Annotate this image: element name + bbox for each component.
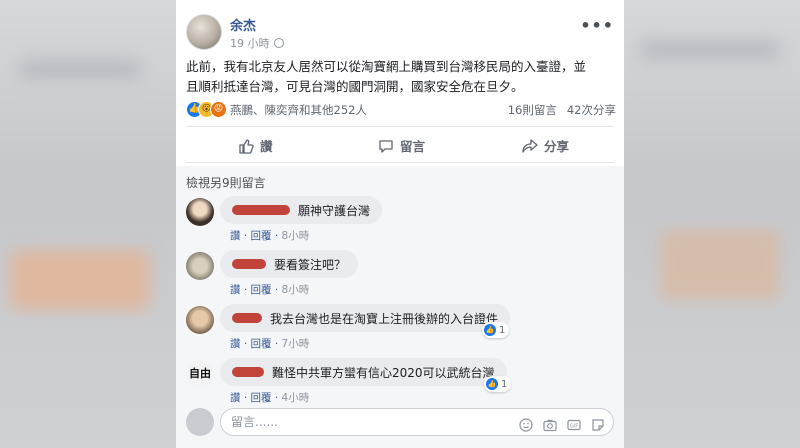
action-bar: 讚 留言 分享 bbox=[186, 130, 614, 160]
author-name[interactable]: 余杰 bbox=[230, 15, 256, 34]
redacted-name bbox=[232, 259, 266, 269]
comment-button[interactable]: 留言 bbox=[378, 136, 425, 155]
redacted-name bbox=[232, 205, 290, 215]
comment-item: 要看簽注吧？ 讚 · 回覆 · 8小時 bbox=[186, 250, 616, 298]
comment-item: 願神守護台灣 讚 · 回覆 · 8小時 bbox=[186, 196, 616, 244]
comment-icon bbox=[379, 139, 393, 153]
author-avatar[interactable] bbox=[186, 14, 222, 50]
comment-like-count[interactable]: 👍 1 bbox=[484, 376, 512, 392]
shares-count[interactable]: 42次分享 bbox=[567, 103, 616, 117]
comment-text: 難怪中共軍方蠻有信心2020可以武統台灣 bbox=[272, 365, 495, 380]
comment-like-count-text: 1 bbox=[499, 324, 506, 336]
comment-bubble: 難怪中共軍方蠻有信心2020可以武統台灣 bbox=[220, 358, 507, 386]
commenter-avatar[interactable]: 自由 bbox=[186, 360, 214, 388]
comment-like-count[interactable]: 👍 1 bbox=[482, 322, 510, 338]
reaction-icons[interactable]: 👍 😮 😡 bbox=[186, 101, 236, 119]
comment-meta: 讚 · 回覆 · 4小時 bbox=[230, 392, 310, 404]
comment-like-link[interactable]: 讚 bbox=[230, 338, 241, 350]
commenter-avatar[interactable] bbox=[186, 306, 214, 334]
comment-text: 我去台灣也是在淘寶上注冊後辦的入台證件 bbox=[270, 311, 499, 326]
like-count-icon: 👍 bbox=[486, 378, 498, 390]
like-button[interactable]: 讚 bbox=[238, 136, 273, 155]
post-text: 此前，我有北京友人居然可以從淘寶網上購買到台灣移民局的入臺證，並 且順利抵達台灣… bbox=[186, 57, 616, 97]
reactions-bar: 👍 😮 😡 燕鵬、陳奕齊和其他252人 16則留言 42次分享 bbox=[186, 100, 616, 120]
reaction-names[interactable]: 燕鵬、陳奕齊和其他252人 bbox=[230, 102, 367, 118]
divider bbox=[186, 162, 614, 163]
comment-label: 留言 bbox=[400, 139, 426, 154]
comment-time[interactable]: 7小時 bbox=[282, 338, 310, 350]
comment-reply-link[interactable]: 回覆 bbox=[251, 392, 272, 404]
comment-like-link[interactable]: 讚 bbox=[230, 392, 241, 404]
post-time-text: 19 小時 bbox=[230, 37, 270, 50]
background-right bbox=[624, 0, 800, 448]
comment-bubble: 我去台灣也是在淘寶上注冊後辦的入台證件 bbox=[220, 304, 511, 332]
current-user-avatar bbox=[186, 408, 214, 436]
background-blur bbox=[20, 60, 140, 78]
view-more-comments-link[interactable]: 檢視另9則留言 bbox=[186, 174, 266, 191]
redacted-name bbox=[232, 367, 264, 377]
post-header: 余杰 19 小時 ••• bbox=[186, 14, 614, 54]
background-blur bbox=[640, 40, 780, 60]
more-icon[interactable]: ••• bbox=[580, 16, 614, 35]
globe-icon bbox=[273, 38, 284, 48]
comment-like-link[interactable]: 讚 bbox=[230, 230, 241, 242]
angry-reaction-icon: 😡 bbox=[210, 101, 227, 118]
comment-like-link[interactable]: 讚 bbox=[230, 284, 241, 296]
share-label: 分享 bbox=[544, 139, 570, 154]
commenter-avatar[interactable] bbox=[186, 252, 214, 280]
comment-reply-link[interactable]: 回覆 bbox=[251, 338, 272, 350]
comment-time[interactable]: 4小時 bbox=[282, 392, 310, 404]
gif-icon[interactable]: GIF bbox=[567, 415, 581, 431]
like-icon bbox=[239, 138, 254, 154]
svg-text:GIF: GIF bbox=[570, 424, 578, 430]
comment-meta: 讚 · 回覆 · 8小時 bbox=[230, 284, 310, 296]
comment-meta: 讚 · 回覆 · 7小時 bbox=[230, 338, 310, 350]
comment-like-count-text: 1 bbox=[501, 378, 508, 390]
post-time[interactable]: 19 小時 bbox=[230, 35, 284, 51]
comment-item: 自由 難怪中共軍方蠻有信心2020可以武統台灣 👍 1 讚 · 回覆 · 4小時 bbox=[186, 358, 616, 406]
comment-reply-link[interactable]: 回覆 bbox=[251, 284, 272, 296]
comment-input-placeholder: 留言...... bbox=[231, 415, 278, 429]
post-text-line: 且順利抵達台灣，可見台灣的國門洞開，國家安全危在旦夕。 bbox=[186, 79, 524, 94]
camera-icon[interactable] bbox=[543, 415, 557, 432]
like-count-icon: 👍 bbox=[484, 324, 496, 336]
background-blur bbox=[10, 250, 150, 310]
background-blur bbox=[660, 230, 780, 300]
write-comment-row: 留言...... GIF bbox=[186, 406, 616, 438]
comment-text: 要看簽注吧？ bbox=[274, 257, 347, 272]
comments-count[interactable]: 16則留言 bbox=[508, 103, 557, 117]
redacted-name bbox=[232, 313, 262, 323]
share-button[interactable]: 分享 bbox=[522, 136, 569, 155]
comment-input[interactable]: 留言...... GIF bbox=[220, 408, 614, 436]
post-text-line: 此前，我有北京友人居然可以從淘寶網上購買到台灣移民局的入臺證，並 bbox=[186, 59, 587, 74]
comment-text: 願神守護台灣 bbox=[298, 203, 371, 218]
comment-time[interactable]: 8小時 bbox=[282, 230, 310, 242]
comment-item: 我去台灣也是在淘寶上注冊後辦的入台證件 👍 1 讚 · 回覆 · 7小時 bbox=[186, 304, 616, 352]
sticker-icon[interactable] bbox=[591, 415, 605, 431]
comment-bubble: 願神守護台灣 bbox=[220, 196, 383, 224]
divider bbox=[186, 126, 614, 127]
like-label: 讚 bbox=[260, 139, 273, 154]
share-icon bbox=[522, 138, 538, 153]
commenter-avatar[interactable] bbox=[186, 198, 214, 226]
comment-reply-link[interactable]: 回覆 bbox=[251, 230, 272, 242]
comment-bubble: 要看簽注吧？ bbox=[220, 250, 359, 278]
comments-section: 檢視另9則留言 願神守護台灣 讚 · 回覆 · 8小時 要看簽注吧？ 讚 · 回… bbox=[176, 166, 624, 448]
facebook-post-card: 余杰 19 小時 ••• 此前，我有北京友人居然可以從淘寶網上購買到台灣移民局的… bbox=[176, 0, 624, 448]
engagement-counts: 16則留言 42次分享 bbox=[508, 102, 616, 118]
comment-meta: 讚 · 回覆 · 8小時 bbox=[230, 230, 310, 242]
comment-time[interactable]: 8小時 bbox=[282, 284, 310, 296]
comment-input-icons: GIF bbox=[519, 415, 605, 432]
emoji-icon[interactable] bbox=[519, 415, 533, 432]
